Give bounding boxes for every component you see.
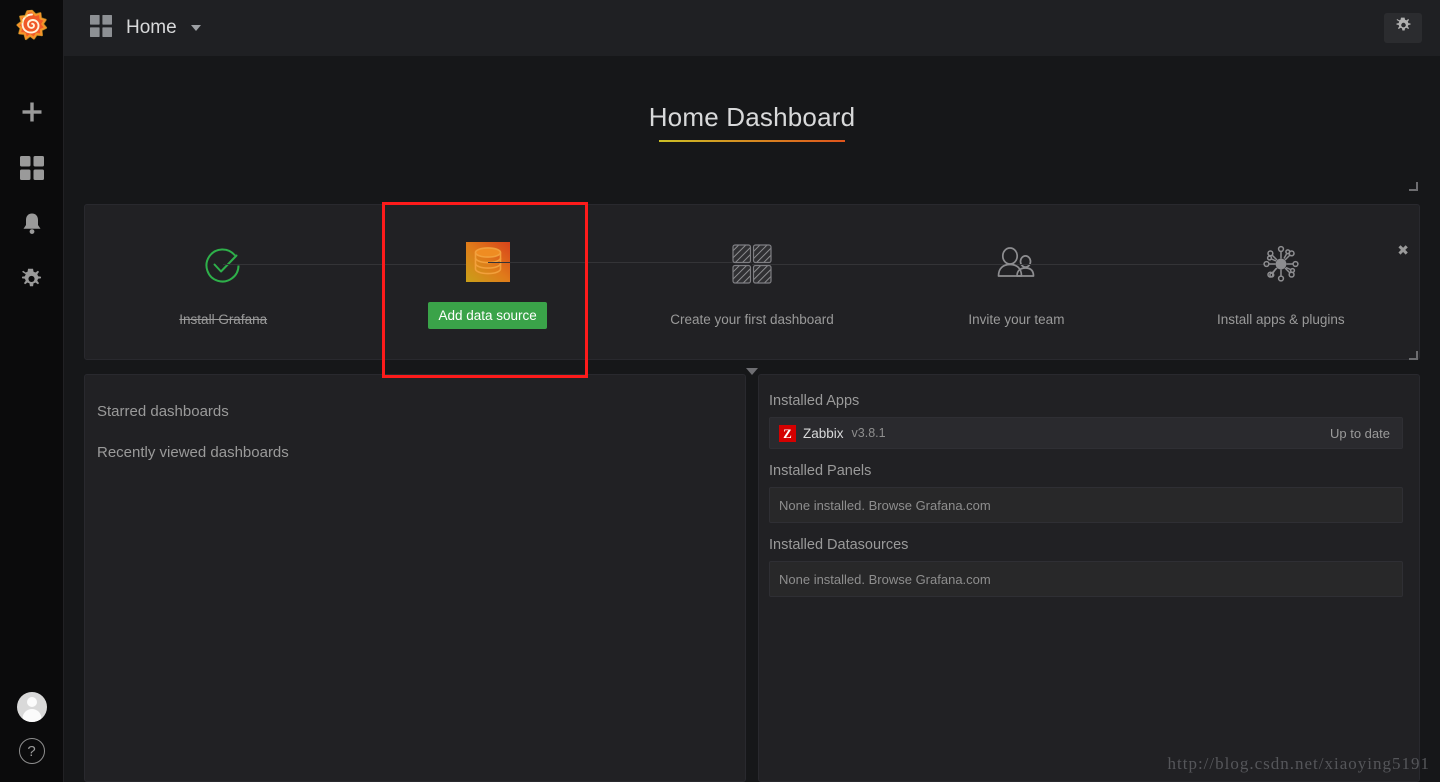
- sidebar-bottom: ?: [16, 692, 47, 782]
- step-label: Invite your team: [968, 311, 1065, 327]
- status-badge: Up to date: [1330, 425, 1390, 441]
- sidebar-item-create[interactable]: [12, 98, 52, 130]
- plugin-version: v3.8.1: [851, 426, 886, 440]
- sidebar-nav: [12, 98, 52, 298]
- plugins-hub-icon: [1259, 238, 1303, 290]
- grafana-logo-icon: [15, 9, 48, 48]
- step-create-dashboard[interactable]: Create your first dashboard: [620, 238, 1017, 327]
- installed-panels-heading: Installed Panels: [769, 463, 872, 479]
- panel-resize-handle-bottom[interactable]: [1409, 351, 1418, 360]
- getting-started-panel: ✖ Install Grafana Add data source Create…: [84, 204, 1420, 360]
- sidebar-item-configuration[interactable]: [12, 266, 52, 298]
- watermark-text: http://blog.csdn.net/xiaoying5191: [1167, 754, 1430, 773]
- plugin-row-datasources-empty: None installed. Browse Grafana.com: [769, 561, 1403, 597]
- plugins-panel: Installed Apps Z Zabbix v3.8.1 Up to dat…: [758, 374, 1420, 782]
- breadcrumb-home[interactable]: Home: [90, 14, 201, 42]
- installed-apps-heading: Installed Apps: [769, 393, 860, 409]
- grafana-logo-button[interactable]: [0, 0, 64, 56]
- recently-viewed-dashboards-link[interactable]: Recently viewed dashboards: [97, 438, 745, 467]
- step-label: Create your first dashboard: [670, 311, 834, 327]
- page-title: Home Dashboard: [648, 102, 856, 132]
- step-label: Install apps & plugins: [1217, 311, 1345, 327]
- step-label: Install Grafana: [179, 311, 268, 327]
- page-title-wrap: Home Dashboard: [64, 56, 1440, 142]
- avatar[interactable]: [16, 692, 47, 722]
- plus-icon: [21, 101, 43, 128]
- topbar: Home: [64, 0, 1440, 56]
- plugin-row-zabbix[interactable]: Z Zabbix v3.8.1 Up to date: [769, 417, 1403, 449]
- step-install-grafana[interactable]: Install Grafana: [91, 238, 488, 327]
- plugin-name: Zabbix: [803, 425, 844, 441]
- panel-resize-handle-top[interactable]: [1409, 182, 1418, 191]
- dashboards-list-panel: Starred dashboards Recently viewed dashb…: [84, 374, 746, 782]
- gear-icon: [1395, 17, 1412, 39]
- dashboard-settings-button[interactable]: [1384, 13, 1422, 43]
- sidebar-item-dashboards[interactable]: [12, 154, 52, 186]
- empty-state-text: None installed. Browse Grafana.com: [779, 497, 991, 513]
- empty-state-text: None installed. Browse Grafana.com: [779, 571, 991, 587]
- step-install-plugins[interactable]: Install apps & plugins: [1149, 238, 1413, 327]
- dashboards-icon: [19, 155, 44, 185]
- step-add-data-source[interactable]: Add data source: [355, 236, 753, 329]
- getting-started-steps: Install Grafana Add data source Create y…: [85, 205, 1419, 359]
- title-underline: [659, 140, 845, 142]
- installed-datasources-heading: Installed Datasources: [769, 537, 909, 553]
- breadcrumb-home-label: Home: [126, 17, 177, 38]
- sidebar: ?: [0, 0, 64, 782]
- zabbix-logo-icon: Z: [779, 424, 796, 442]
- dashboards-icon: [90, 14, 112, 42]
- sidebar-item-alerting[interactable]: [12, 210, 52, 242]
- caret-down-icon[interactable]: [746, 368, 758, 375]
- plugin-row-panels-empty: None installed. Browse Grafana.com: [769, 487, 1403, 523]
- add-data-source-button[interactable]: Add data source: [428, 301, 547, 329]
- step-invite-team[interactable]: Invite your team: [884, 238, 1281, 327]
- dashboard-body: Home Dashboard ✖ Install Grafana Add dat…: [64, 56, 1440, 782]
- gear-icon: [20, 268, 43, 296]
- chevron-down-icon[interactable]: [190, 25, 201, 31]
- bell-icon: [21, 212, 43, 240]
- starred-dashboards-link[interactable]: Starred dashboards: [97, 397, 745, 426]
- question-icon[interactable]: ?: [18, 738, 45, 764]
